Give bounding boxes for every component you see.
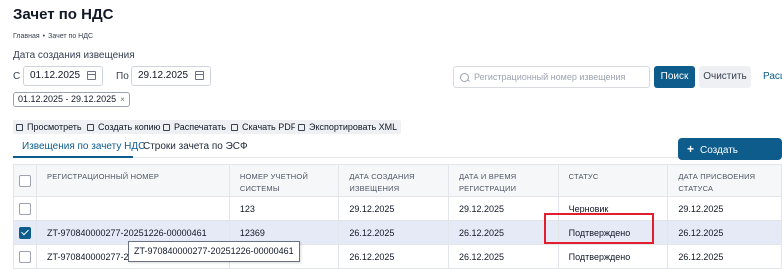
date-filter-label: Дата создания извещения — [13, 50, 135, 61]
page-title: Зачет по НДС — [13, 6, 114, 23]
cell-registered-date: 29.12.2025 — [447, 196, 559, 221]
header-created-date[interactable]: ДАТА СОЗДАНИЯ ИЗВЕЩЕНИЯ — [338, 164, 449, 197]
chip-label: 01.12.2025 - 29.12.2025 — [18, 94, 117, 104]
export-xml-button[interactable]: Экспортировать XML — [295, 120, 402, 134]
calendar-icon[interactable] — [87, 71, 96, 80]
cell-status: Подтверждено — [557, 244, 669, 269]
header-reg-number[interactable]: РЕГИСТРАЦИОННЫЙ НОМЕР — [36, 164, 230, 197]
xml-icon — [298, 124, 305, 131]
cell-status-date: 26.12.2025 — [667, 220, 782, 245]
extended-search-link[interactable]: Расш — [763, 71, 782, 82]
date-from-value: 01.12.2025 — [30, 70, 81, 81]
cell-status-date: 29.12.2025 — [667, 196, 782, 221]
row-checkbox[interactable] — [19, 226, 31, 239]
table-header-row: РЕГИСТРАЦИОННЫЙ НОМЕР НОМЕР УЧЕТНОЙ СИСТ… — [13, 164, 782, 197]
date-from-input[interactable]: 01.12.2025 — [23, 66, 103, 86]
search-button[interactable]: Поиск — [654, 66, 695, 88]
cell-created-date: 26.12.2025 — [338, 244, 449, 269]
row-checkbox[interactable] — [19, 250, 31, 263]
header-select-all[interactable] — [13, 164, 37, 197]
breadcrumb-home[interactable]: Главная — [13, 33, 40, 40]
tab-esf-lines[interactable]: Строки зачета по ЭСФ — [143, 141, 248, 152]
breadcrumb-current: Зачет по НДС — [48, 33, 94, 40]
plus-icon: + — [687, 142, 695, 156]
cell-reg-number — [36, 196, 230, 221]
download-pdf-button[interactable]: Скачать PDF — [228, 120, 301, 134]
printer-icon — [163, 124, 170, 131]
tab-notices[interactable]: Извещения по зачету НДС — [22, 141, 145, 152]
breadcrumb: Главная • Зачет по НДС — [13, 33, 93, 40]
search-placeholder: Регистрационный номер извещения — [474, 72, 626, 82]
cell-account-number: 123 — [228, 196, 340, 221]
view-button[interactable]: Просмотреть — [13, 120, 86, 134]
cell-registered-date: 26.12.2025 — [447, 220, 559, 245]
row-checkbox[interactable] — [19, 202, 31, 215]
clear-button[interactable]: Очистить — [699, 66, 751, 88]
calendar-icon[interactable] — [195, 71, 204, 80]
document-icon — [16, 124, 23, 131]
row-checkbox-cell[interactable] — [13, 220, 37, 245]
header-account-number[interactable]: НОМЕР УЧЕТНОЙ СИСТЕМЫ — [228, 164, 340, 197]
date-from-label: С — [13, 71, 21, 82]
header-registered-date[interactable]: ДАТА И ВРЕМЯ РЕГИСТРАЦИИ — [447, 164, 559, 197]
date-to-label: По — [116, 71, 129, 82]
date-range-chip: 01.12.2025 - 29.12.2025 × — [13, 92, 130, 107]
copy-icon — [87, 124, 94, 131]
row-checkbox-cell[interactable] — [13, 196, 37, 221]
cell-created-date: 29.12.2025 — [338, 196, 449, 221]
create-notice-button[interactable]: +Создать извещение — [678, 138, 782, 178]
search-input[interactable]: Регистрационный номер извещения — [453, 66, 650, 88]
active-tab-indicator — [13, 156, 133, 158]
table-row[interactable]: 123 29.12.2025 29.12.2025 Черновик 29.12… — [13, 196, 782, 221]
print-button[interactable]: Распечатать — [160, 120, 230, 134]
header-status-date[interactable]: ДАТА ПРИСВОЕНИЯ СТАТУСА — [667, 164, 782, 197]
select-all-checkbox[interactable] — [19, 175, 31, 188]
copy-button[interactable]: Создать копию — [84, 120, 165, 134]
date-to-input[interactable]: 29.12.2025 — [131, 66, 211, 86]
search-icon — [460, 73, 469, 82]
close-icon[interactable]: × — [120, 95, 125, 104]
view-button-label: Просмотреть — [27, 122, 82, 132]
download-pdf-label: Скачать PDF — [242, 122, 297, 132]
status-highlight-box — [544, 213, 654, 244]
cell-status-date: 26.12.2025 — [667, 244, 782, 269]
row-checkbox-cell[interactable] — [13, 244, 37, 269]
cell-created-date: 26.12.2025 — [338, 220, 449, 245]
date-to-value: 29.12.2025 — [138, 70, 189, 81]
copy-button-label: Создать копию — [98, 122, 161, 132]
cell-registered-date: 26.12.2025 — [447, 244, 559, 269]
reg-number-tooltip: ZT-970840000277-20251226-00000461 — [128, 241, 300, 262]
print-button-label: Распечатать — [174, 122, 226, 132]
pdf-icon — [231, 124, 238, 131]
export-xml-label: Экспортировать XML — [309, 122, 398, 132]
header-status[interactable]: СТАТУС — [557, 164, 669, 197]
breadcrumb-separator: • — [42, 33, 46, 40]
